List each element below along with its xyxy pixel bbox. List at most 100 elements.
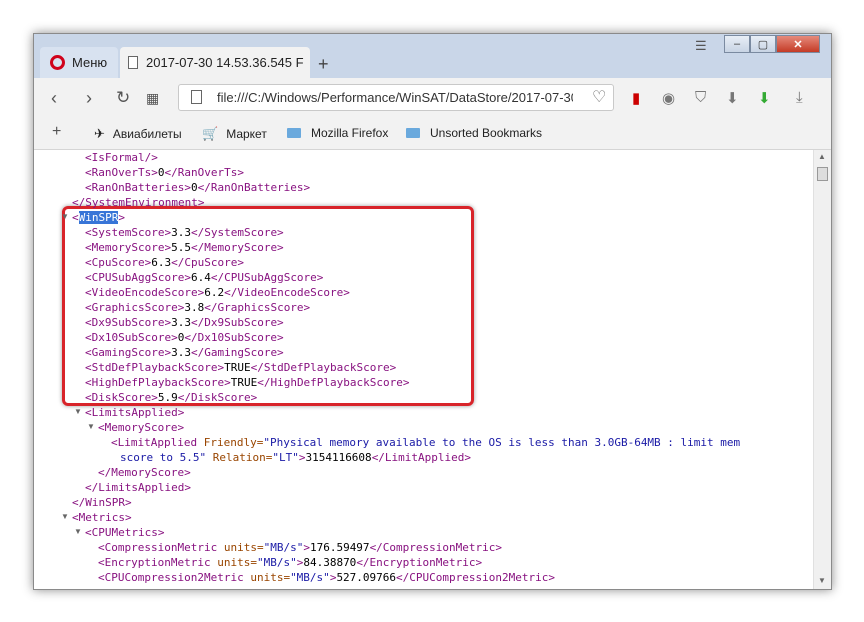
collapse-triangle-icon[interactable]: ▼	[61, 212, 69, 221]
xml-token: <CPUSubAggScore>	[85, 271, 191, 284]
scroll-up-icon[interactable]: ▲	[818, 152, 826, 161]
xml-token: </VideoEncodeScore>	[224, 286, 350, 299]
xml-token: 3.8	[184, 301, 205, 314]
xml-line: <SystemScore>3.3</SystemScore>	[85, 225, 284, 240]
xml-line: <MemoryScore>5.5</MemoryScore>	[85, 240, 284, 255]
xml-token: TRUE	[224, 361, 251, 374]
xml-token: </CpuScore>	[171, 256, 244, 269]
xml-token: </HighDefPlaybackScore>	[257, 376, 410, 389]
speed-dial-icon[interactable]: ▦	[146, 90, 159, 107]
xml-token: <MemoryScore>	[98, 421, 185, 434]
xml-token: <Dx10SubScore>	[85, 331, 178, 344]
xml-token: </RanOverTs>	[164, 166, 244, 179]
bookmarks-bar: + ✈ Авиабилеты 🛒 Маркет Mozilla Firefox …	[34, 118, 831, 150]
xml-token: </CPUCompression2Metric>	[396, 571, 555, 584]
xml-token: <RanOnBatteries>	[85, 181, 191, 194]
scroll-down-icon[interactable]: ▼	[818, 576, 826, 585]
xml-token: 84.38870	[303, 556, 357, 569]
xml-token: <DiskScore>	[85, 391, 158, 404]
xml-token: Relation=	[206, 451, 273, 464]
forward-icon[interactable]: ›	[86, 88, 92, 109]
opera-menu-button[interactable]: Меню	[40, 47, 118, 78]
xml-token: <CpuScore>	[85, 256, 152, 269]
xml-line: <HighDefPlaybackScore>TRUE</HighDefPlayb…	[85, 375, 410, 390]
file-icon	[191, 90, 202, 104]
xml-line: <GamingScore>3.3</GamingScore>	[85, 345, 284, 360]
xml-token: </GamingScore>	[190, 346, 284, 359]
minimize-button[interactable]: –	[724, 35, 750, 53]
xml-token: "MB/s"	[290, 571, 330, 584]
xml-line: <LimitsApplied>	[85, 405, 184, 420]
xml-token: >	[118, 211, 125, 224]
globe-icon[interactable]: ◉	[662, 89, 675, 107]
tab-menu-icon[interactable]: ☰	[695, 38, 707, 54]
xml-token: >	[303, 541, 310, 554]
tab-title: 2017-07-30 14.53.36.545 F	[146, 55, 304, 70]
xml-token: <VideoEncodeScore>	[85, 286, 205, 299]
xml-line: <CPUCompression2Metric units="MB/s">527.…	[98, 570, 555, 585]
xml-token: score to 5.5"	[120, 451, 207, 464]
xml-line: score to 5.5" Relation="LT">3154116608</…	[120, 450, 471, 465]
xml-token: </GraphicsScore>	[204, 301, 311, 314]
window-controls: – ▢ ✕	[724, 35, 820, 55]
scroll-thumb[interactable]	[817, 167, 828, 181]
xml-token: units=	[210, 556, 257, 569]
shield-icon[interactable]: ⛉	[695, 89, 706, 106]
xml-line: </WinSPR>	[72, 495, 132, 510]
bookmark-label: Mozilla Firefox	[311, 126, 389, 140]
browser-window: Меню 2017-07-30 14.53.36.545 F + ☰ – ▢ ✕…	[33, 33, 832, 590]
xml-token: Friendly=	[197, 436, 264, 449]
collapse-triangle-icon[interactable]: ▼	[74, 527, 82, 536]
heart-icon[interactable]: ♡	[592, 87, 606, 107]
add-bookmark-icon[interactable]: +	[52, 123, 61, 141]
close-button[interactable]: ✕	[776, 35, 820, 53]
xml-line: <DiskScore>5.9</DiskScore>	[85, 390, 257, 405]
xml-line: <VideoEncodeScore>6.2</VideoEncodeScore>	[85, 285, 350, 300]
xml-token: </LimitsApplied>	[85, 481, 191, 494]
download-extension-icon[interactable]: ⬇	[726, 89, 739, 107]
url-field[interactable]: file:///C:/Windows/Performance/WinSAT/Da…	[178, 84, 614, 111]
collapse-triangle-icon[interactable]: ▼	[87, 422, 95, 431]
xml-token: "MB/s"	[256, 556, 297, 569]
xml-token: </Dx10SubScore>	[184, 331, 284, 344]
bookmark-unsorted[interactable]: Unsorted Bookmarks	[406, 126, 542, 140]
bookmark-label: Unsorted Bookmarks	[430, 126, 543, 140]
xml-token: "LT"	[272, 451, 299, 464]
vertical-scrollbar[interactable]: ▲ ▼	[813, 150, 831, 589]
xml-line: <Metrics>	[72, 510, 132, 525]
xml-line: <StdDefPlaybackScore>TRUE</StdDefPlaybac…	[85, 360, 396, 375]
xml-token: <CPUCompression2Metric	[98, 571, 244, 584]
bookmark-mozilla-firefox[interactable]: Mozilla Firefox	[287, 126, 388, 140]
xml-token: 3.3	[171, 346, 191, 359]
xml-token: 6.2	[204, 286, 225, 299]
xml-token: <Metrics>	[72, 511, 132, 524]
bookmark-market[interactable]: 🛒 Маркет	[202, 126, 267, 142]
xml-token: </CPUSubAggScore>	[210, 271, 324, 284]
savefrom-icon[interactable]: ⬇	[758, 89, 771, 107]
opera-logo-icon	[50, 55, 65, 70]
xml-token: <LimitApplied	[111, 436, 198, 449]
xml-token: </CompressionMetric>	[369, 541, 503, 554]
xml-token: 0	[190, 181, 198, 194]
xml-token: <LimitsApplied>	[85, 406, 185, 419]
document-icon	[128, 56, 138, 69]
downloads-icon[interactable]: ⤓	[796, 89, 803, 106]
xml-token: 527.09766	[336, 571, 397, 584]
xml-token: <SystemScore>	[85, 226, 172, 239]
xml-token: <StdDefPlaybackScore>	[85, 361, 225, 374]
tab-document[interactable]: 2017-07-30 14.53.36.545 F	[120, 47, 310, 78]
reload-icon[interactable]: ↻	[116, 88, 130, 108]
back-icon[interactable]: ‹	[51, 88, 57, 109]
new-tab-icon[interactable]: +	[318, 54, 329, 75]
xml-line: <CPUSubAggScore>6.4</CPUSubAggScore>	[85, 270, 323, 285]
maximize-button[interactable]: ▢	[750, 35, 776, 53]
xml-token: </SystemEnvironment>	[72, 196, 205, 209]
bookmark-avia[interactable]: ✈ Авиабилеты	[94, 126, 182, 142]
collapse-triangle-icon[interactable]: ▼	[61, 512, 69, 521]
xml-line: <RanOnBatteries>0</RanOnBatteries>	[85, 180, 310, 195]
xml-token: <EncryptionMetric	[98, 556, 211, 569]
xml-token: TRUE	[230, 376, 258, 389]
collapse-triangle-icon[interactable]: ▼	[74, 407, 82, 416]
extension-icon[interactable]: ▮	[632, 89, 640, 107]
xml-token: "Physical memory available to the OS is …	[263, 436, 741, 449]
